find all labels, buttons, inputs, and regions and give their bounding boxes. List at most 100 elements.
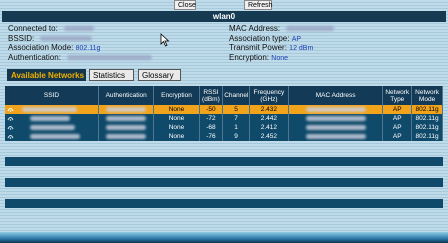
column-header-ssid[interactable]: SSID: [5, 86, 99, 105]
network-type-cell: AP: [382, 132, 413, 141]
tab-statistics[interactable]: Statistics: [89, 69, 134, 81]
bssid-row: BSSID:: [8, 34, 152, 44]
column-header-network-type[interactable]: Network Type: [382, 86, 413, 105]
mac-label: MAC Address:: [229, 24, 281, 33]
redacted-value: [305, 124, 366, 130]
column-header-network-mode[interactable]: Network Mode: [411, 86, 443, 105]
empty-table-row: [5, 199, 443, 208]
mac-cell: [288, 114, 384, 123]
redacted-value: [305, 115, 366, 121]
authentication-cell: [98, 105, 155, 114]
redacted-value: [64, 26, 95, 32]
assoc-type-label: Association type:: [229, 33, 290, 43]
table-row[interactable]: None -72 7 2.442 AP 802.11g: [5, 114, 443, 123]
mac-cell: [288, 105, 384, 114]
column-header-mac[interactable]: MAC Address: [288, 86, 384, 105]
desktop-background: [0, 232, 448, 243]
encryption-value: None: [271, 54, 288, 62]
redacted-value: [29, 134, 80, 140]
bssid-label: BSSID:: [8, 33, 35, 43]
wifi-network-icon: [7, 107, 14, 112]
redacted-value: [106, 124, 147, 130]
authentication-cell: [98, 123, 155, 132]
refresh-button[interactable]: Refresh: [244, 0, 273, 10]
wifi-network-icon: [7, 116, 14, 121]
ssid-cell: [5, 105, 99, 114]
redacted-value: [106, 133, 147, 139]
assoc-mode-row: Association Mode: 802.11g: [8, 43, 152, 53]
assoc-mode-value: 802.11g: [75, 45, 101, 52]
redacted-value: [106, 115, 147, 121]
encryption-cell: None: [153, 132, 200, 141]
encryption-cell: None: [153, 105, 200, 114]
channel-cell: 5: [222, 105, 250, 114]
redacted-value: [305, 106, 366, 112]
column-header-channel[interactable]: Channel: [222, 86, 250, 105]
network-mode-cell: 802.11g: [411, 123, 443, 132]
encryption-cell: None: [153, 123, 200, 132]
redacted-value: [67, 54, 153, 60]
network-mode-cell: 802.11g: [411, 132, 443, 141]
channel-cell: 7: [222, 114, 250, 123]
mac-cell: [288, 123, 384, 132]
redacted-value: [21, 107, 77, 113]
ssid-cell: [5, 123, 99, 132]
connection-info-right: MAC Address: Association type: AP Transm…: [229, 24, 335, 63]
encryption-label: Encryption:: [229, 52, 270, 62]
mac-row: MAC Address:: [229, 24, 335, 34]
network-type-cell: AP: [382, 123, 413, 132]
table-row[interactable]: None -50 5 2.432 AP 802.11g: [5, 105, 443, 114]
frequency-cell: 2.442: [249, 114, 289, 123]
close-button[interactable]: Close: [174, 0, 196, 10]
encryption-cell: None: [153, 114, 200, 123]
authentication-cell: [98, 114, 155, 123]
frequency-cell: 2.412: [249, 123, 289, 132]
table-row[interactable]: None -76 9 2.452 AP 802.11g: [5, 132, 443, 141]
table-row[interactable]: None -68 1 2.412 AP 802.11g: [5, 123, 443, 132]
assoc-mode-label: Association Mode:: [8, 43, 74, 52]
redacted-value: [286, 26, 335, 32]
column-header-encryption[interactable]: Encryption: [153, 86, 200, 105]
mouse-pointer-icon: [160, 33, 170, 47]
rssi-cell: -50: [199, 105, 224, 114]
column-header-rssi[interactable]: RSSI (dBm): [199, 86, 224, 105]
connected-to-row: Connected to:: [8, 24, 152, 34]
redacted-value: [29, 116, 70, 122]
tab-glossary[interactable]: Glossary: [138, 69, 181, 81]
network-type-cell: AP: [382, 114, 413, 123]
assoc-type-row: Association type: AP: [229, 34, 334, 44]
rssi-cell: -76: [199, 132, 224, 141]
frequency-cell: 2.452: [249, 132, 289, 141]
channel-cell: 1: [222, 123, 250, 132]
channel-cell: 9: [222, 132, 250, 141]
rssi-cell: -72: [199, 114, 224, 123]
assoc-type-value: AP: [291, 35, 302, 43]
networks-table: SSID Authentication Encryption RSSI (dBm…: [5, 86, 443, 141]
redacted-value: [29, 125, 75, 131]
column-header-authentication[interactable]: Authentication: [98, 86, 155, 105]
encryption-row: Encryption: None: [229, 53, 334, 63]
network-mode-cell: 802.11g: [411, 105, 443, 114]
empty-table-row: [5, 178, 443, 187]
table-header-row: SSID Authentication Encryption RSSI (dBm…: [5, 86, 443, 105]
auth-row: Authentication:: [8, 52, 153, 63]
mac-cell: [288, 132, 384, 141]
wifi-network-icon: [7, 125, 14, 130]
redacted-value: [106, 106, 147, 112]
network-type-cell: AP: [382, 105, 413, 114]
tx-power-label: Transmit Power:: [229, 43, 287, 52]
tab-available-networks[interactable]: Available Networks: [7, 69, 86, 81]
column-header-frequency[interactable]: Frequency (GHz): [249, 86, 289, 105]
ssid-cell: [5, 132, 99, 141]
rssi-cell: -68: [199, 123, 224, 132]
authentication-cell: [98, 132, 155, 141]
wifi-network-icon: [7, 134, 14, 139]
window-title: wlan0: [2, 11, 446, 22]
redacted-value: [305, 133, 366, 139]
ssid-cell: [5, 114, 99, 123]
connected-to-label: Connected to:: [8, 24, 58, 33]
tx-power-row: Transmit Power: 12 dBm: [229, 43, 334, 53]
auth-label: Authentication:: [8, 52, 61, 62]
network-mode-cell: 802.11g: [411, 114, 443, 123]
empty-table-row: [5, 157, 443, 166]
